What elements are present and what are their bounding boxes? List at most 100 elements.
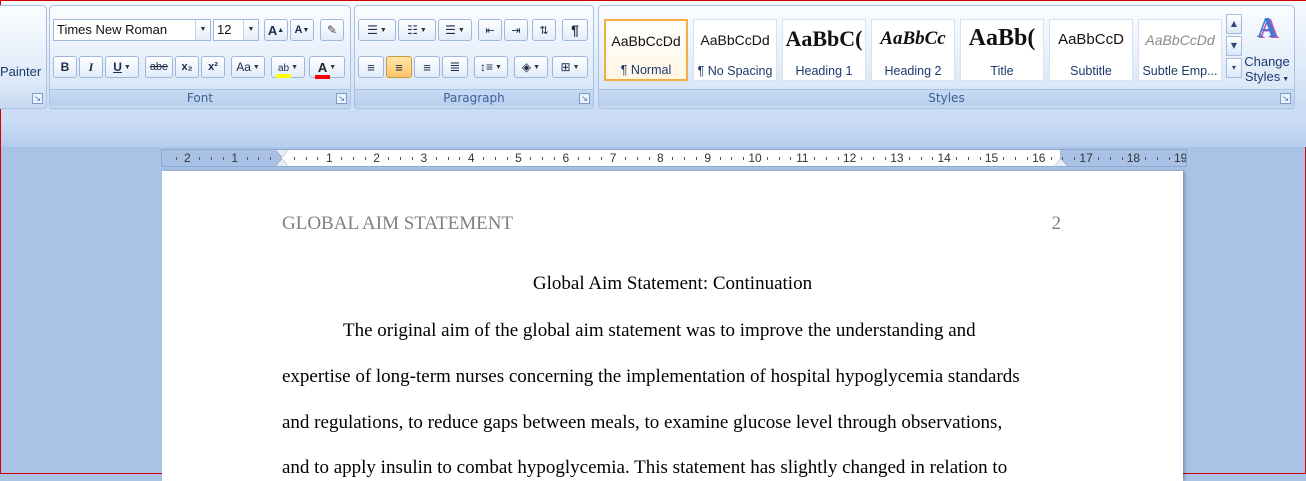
chevron-down-icon[interactable]: ▼ [243,20,258,40]
ruler-tick [719,157,721,160]
numbering-button[interactable]: ☷ ▼ [398,19,436,41]
ruler-number: 17 [1079,151,1093,165]
ruler-tick [1026,157,1028,160]
superscript-button[interactable]: x² [201,56,225,78]
line-spacing-button[interactable]: ↕≡ ▼ [474,56,508,78]
ruler-number: 11 [796,151,809,165]
page-number: 2 [1051,213,1062,234]
ruler-number: 2 [184,151,191,165]
body-line: expertise of long-term nurses concerning… [282,366,1020,387]
ruler-tick [199,157,201,160]
show-formatting-button[interactable]: ¶ [562,19,588,41]
font-size-combo[interactable]: 12 ▼ [213,19,259,41]
styles-scroll-up[interactable]: ▲ [1226,14,1242,34]
right-indent-marker[interactable] [1055,159,1067,166]
styles-scroll-down[interactable]: ▼ [1226,36,1242,56]
multilevel-list-icon: ☰ [445,23,456,37]
ruler-tick [483,157,485,160]
font-color-button[interactable]: A ▼ [309,56,345,79]
sort-icon: ⇅ [539,24,549,37]
ruler-tick [246,157,248,160]
ruler-tick [790,157,792,160]
change-styles-button[interactable]: A Change Styles ▼ [1241,12,1293,90]
sort-button[interactable]: ⇅ [532,19,556,41]
clipboard-dialog-launcher[interactable]: ↘ [32,93,43,104]
justify-button[interactable]: ≣ [442,56,468,78]
ruler-tick [341,157,343,160]
ruler-tick [601,157,603,160]
font-color-glyph: A [317,59,328,75]
font-name-combo[interactable]: Times New Roman ▼ [53,19,211,41]
ruler-number: 4 [467,151,475,165]
ruler-tick [731,157,733,160]
align-center-button[interactable]: ≡ [386,56,412,78]
align-right-button[interactable]: ≡ [414,56,440,78]
ruler-tick [766,157,768,160]
change-case-button[interactable]: Aa ▼ [231,56,265,78]
shading-button[interactable]: ◈ ▼ [514,56,548,78]
body-line: The original aim of the global aim state… [343,320,976,341]
style-name: ¶ Normal [620,63,672,77]
document-page[interactable]: GLOBAL AIM STATEMENT 2 Global Aim Statem… [162,171,1183,481]
ruler-number: 3 [420,151,428,165]
highlight-button[interactable]: ab ▼ [271,56,305,78]
ruler-tick [814,157,816,160]
shrink-font-button[interactable]: A ▼ [290,19,314,41]
style-name: Heading 2 [884,64,942,78]
style-normal[interactable]: AaBbCcDd ¶ Normal [604,19,688,81]
first-line-indent-marker[interactable] [276,150,288,157]
style-name: Heading 1 [795,64,853,78]
ruler-tick [211,157,213,160]
align-left-button[interactable]: ≡ [358,56,384,78]
ruler-number: 9 [704,151,712,165]
paragraph-dialog-launcher[interactable]: ↘ [579,93,590,104]
ruler-number: 6 [562,151,570,165]
clear-formatting-button[interactable]: ✎ [320,19,344,41]
style-no-spacing[interactable]: AaBbCcDd ¶ No Spacing [693,19,777,81]
ruler-number: 16 [1032,151,1046,165]
styles-more[interactable]: ▾ [1226,58,1242,78]
strikethrough-button[interactable]: abe [145,56,173,78]
paint-bucket-icon: ◈ [521,60,532,74]
underline-button[interactable]: U ▼ [105,56,139,78]
ruler-number: 15 [984,151,999,165]
style-title[interactable]: AaBb( Title [960,19,1044,81]
bullets-button[interactable]: ☰ ▼ [358,19,396,41]
ruler-number: 18 [1126,151,1141,165]
bold-button[interactable]: B [53,56,77,78]
multilevel-list-button[interactable]: ☰ ▼ [438,19,472,41]
strikethrough-icon: abe [149,61,169,73]
hanging-indent-marker[interactable] [276,159,288,166]
chevron-down-icon[interactable]: ▼ [195,20,210,40]
style-heading-2[interactable]: AaBbCc Heading 2 [871,19,955,81]
ruler-tick [1003,157,1005,160]
style-subtle-emphasis[interactable]: AaBbCcDd Subtle Emp... [1138,19,1222,81]
increase-indent-button[interactable]: ⇥ [504,19,528,41]
horizontal-ruler[interactable]: 2 1 1 2 3 4 5 6 7 8 9 10 11 12 13 14 15 16 17 18 19 [161,149,1187,167]
style-heading-1[interactable]: AaBbC( Heading 1 [782,19,866,81]
style-name: Subtle Emp... [1142,64,1218,78]
ruler-number: 19 [1174,151,1187,165]
ruler-tick [400,157,402,160]
ruler-tick [1168,157,1170,160]
grow-font-button[interactable]: A ▲ [264,19,288,41]
ruler-tick [542,157,544,160]
ruler-number: 12 [842,151,857,165]
styles-dialog-launcher[interactable]: ↘ [1280,93,1291,104]
ruler-number: 1 [231,151,239,165]
italic-button[interactable]: I [79,56,103,78]
ruler-tick [222,157,224,160]
ruler-tick [577,157,579,160]
font-dialog-launcher[interactable]: ↘ [336,93,347,104]
style-subtitle[interactable]: AaBbCcD Subtitle [1049,19,1133,81]
ruler-tick [1097,157,1099,160]
ruler-tick [1074,157,1076,160]
style-name: Title [990,64,1014,78]
ruler-tick [506,157,508,160]
borders-button[interactable]: ⊞ ▼ [552,56,588,78]
document-title: Global Aim Statement: Continuation [532,273,813,294]
decrease-indent-button[interactable]: ⇤ [478,19,502,41]
format-painter-button[interactable]: Painter [0,64,41,79]
subscript-button[interactable]: x₂ [175,56,199,78]
running-header: GLOBAL AIM STATEMENT [282,213,514,234]
